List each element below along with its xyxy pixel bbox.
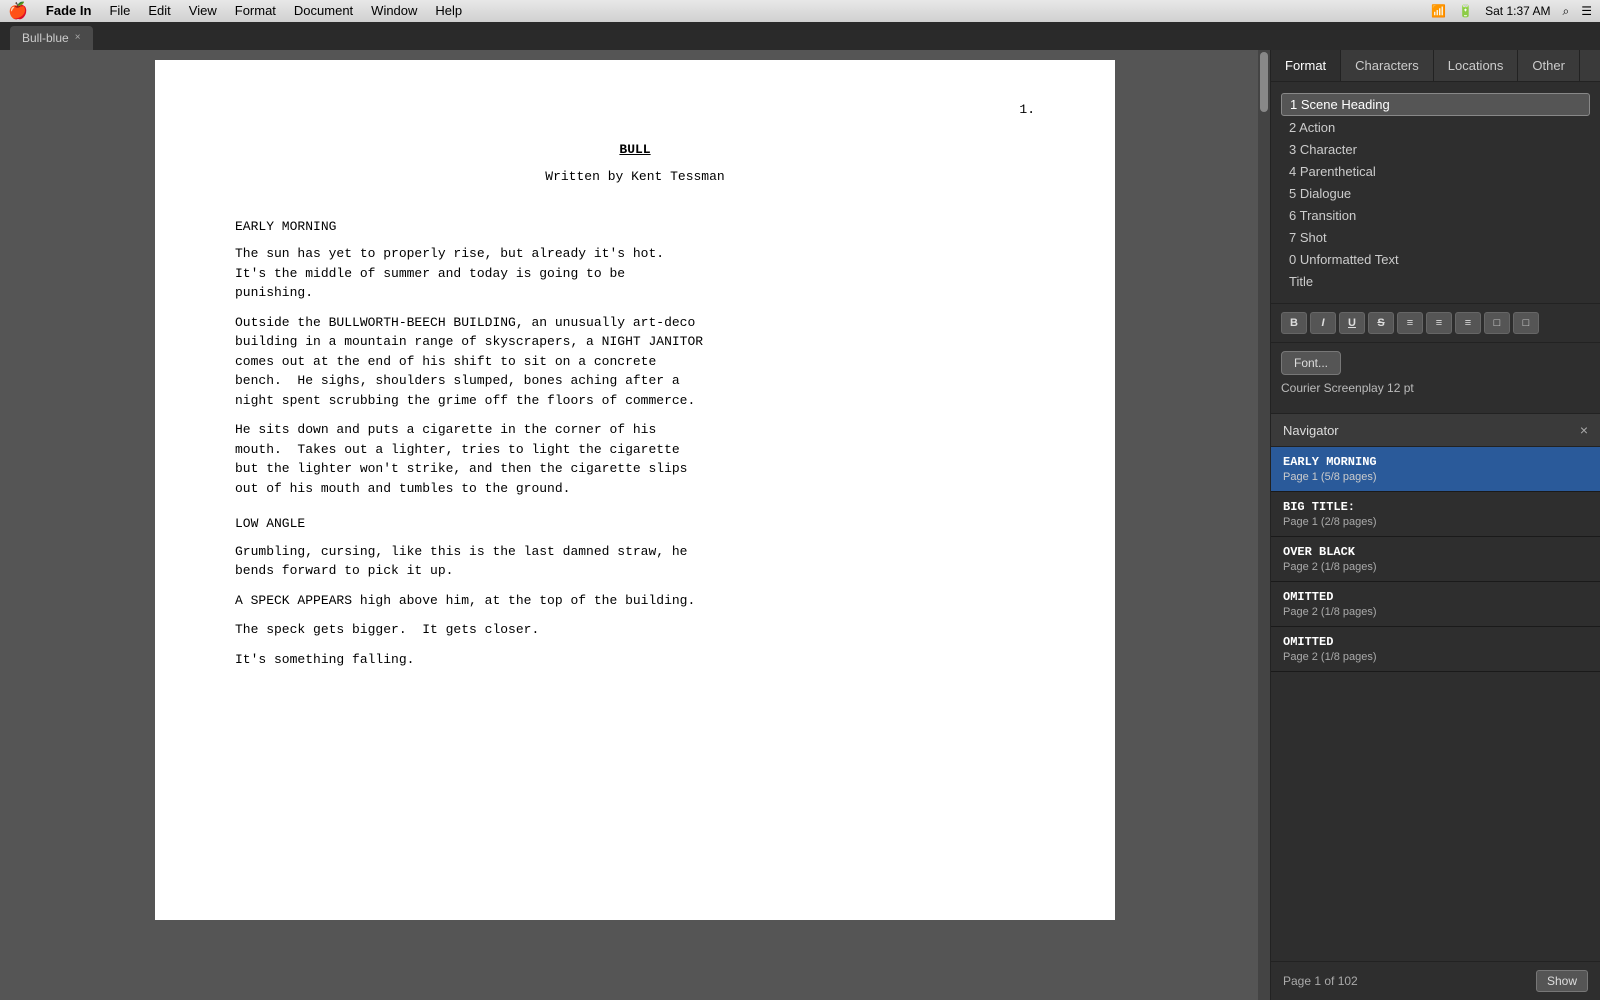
battery-icon: 🔋 bbox=[1458, 4, 1473, 18]
align-left-button[interactable]: ≡ bbox=[1397, 312, 1423, 334]
action-paragraph-3: He sits down and puts a cigarette in the… bbox=[235, 420, 1035, 498]
underline-button[interactable]: U bbox=[1339, 312, 1365, 334]
align-right-button[interactable]: ≡ bbox=[1455, 312, 1481, 334]
script-page[interactable]: 1. BULL Written by Kent Tessman EARLY MO… bbox=[155, 60, 1115, 920]
app-name[interactable]: Fade In bbox=[38, 0, 100, 22]
list-icon[interactable]: ☰ bbox=[1581, 4, 1592, 18]
tab-locations[interactable]: Locations bbox=[1434, 50, 1519, 81]
tab-close-button[interactable]: × bbox=[75, 26, 81, 50]
nav-item-sub: Page 1 (2/8 pages) bbox=[1283, 516, 1588, 528]
editor-scrollbar[interactable] bbox=[1258, 50, 1270, 1000]
navigator-header: Navigator × bbox=[1271, 414, 1600, 447]
action-paragraph-2: Outside the BULLWORTH-BEECH BUILDING, an… bbox=[235, 313, 1035, 411]
menu-help[interactable]: Help bbox=[427, 0, 470, 22]
nav-item-title: BIG TITLE: bbox=[1283, 500, 1588, 514]
nav-item-sub: Page 2 (1/8 pages) bbox=[1283, 606, 1588, 618]
format-item-shot[interactable]: 7 Shot bbox=[1281, 227, 1590, 248]
format-item-unformatted[interactable]: 0 Unformatted Text bbox=[1281, 249, 1590, 270]
action-paragraph-6: The speck gets bigger. It gets closer. bbox=[235, 620, 1035, 640]
scene-heading-early-morning: EARLY MORNING bbox=[235, 217, 1035, 237]
clock: Sat 1:37 AM bbox=[1485, 4, 1550, 18]
right-panel: Format Characters Locations Other 1 Scen… bbox=[1270, 50, 1600, 1000]
format-item-action[interactable]: 2 Action bbox=[1281, 117, 1590, 138]
scene-heading-low-angle: LOW ANGLE bbox=[235, 514, 1035, 534]
nav-item-title: OMITTED bbox=[1283, 635, 1588, 649]
format-item-character[interactable]: 3 Character bbox=[1281, 139, 1590, 160]
menubar-right: 📶 🔋 Sat 1:37 AM ⌕ ☰ bbox=[1431, 4, 1592, 19]
document-tab[interactable]: Bull-blue × bbox=[10, 26, 93, 50]
nav-item-title: OMITTED bbox=[1283, 590, 1588, 604]
action-paragraph-4: Grumbling, cursing, like this is the las… bbox=[235, 542, 1035, 581]
format-item-title[interactable]: Title bbox=[1281, 271, 1590, 292]
menu-view[interactable]: View bbox=[181, 0, 225, 22]
menubar: 🍎 Fade In File Edit View Format Document… bbox=[0, 0, 1600, 22]
page-info: Page 1 of 102 bbox=[1283, 974, 1358, 988]
tab-other[interactable]: Other bbox=[1518, 50, 1580, 81]
action-paragraph-1: The sun has yet to properly rise, but al… bbox=[235, 244, 1035, 303]
nav-item-title: EARLY MORNING bbox=[1283, 455, 1588, 469]
menu-window[interactable]: Window bbox=[363, 0, 425, 22]
action-paragraph-5: A SPECK APPEARS high above him, at the t… bbox=[235, 591, 1035, 611]
action-paragraph-7: It's something falling. bbox=[235, 650, 1035, 670]
apple-menu[interactable]: 🍎 bbox=[8, 1, 28, 21]
font-section: Font... Courier Screenplay 12 pt bbox=[1271, 342, 1600, 403]
align-center-button[interactable]: ≡ bbox=[1426, 312, 1452, 334]
nav-list[interactable]: EARLY MORNING Page 1 (5/8 pages) BIG TIT… bbox=[1271, 447, 1600, 961]
format-list: 1 Scene Heading 2 Action 3 Character 4 P… bbox=[1271, 82, 1600, 303]
bold-button[interactable]: B bbox=[1281, 312, 1307, 334]
tab-label: Bull-blue bbox=[22, 26, 69, 50]
nav-item-sub: Page 2 (1/8 pages) bbox=[1283, 651, 1588, 663]
tab-characters[interactable]: Characters bbox=[1341, 50, 1434, 81]
font-button[interactable]: Font... bbox=[1281, 351, 1341, 375]
indent-button[interactable]: □ bbox=[1484, 312, 1510, 334]
navigator-close-button[interactable]: × bbox=[1580, 422, 1588, 438]
panel-tabs: Format Characters Locations Other bbox=[1271, 50, 1600, 82]
show-button[interactable]: Show bbox=[1536, 970, 1588, 992]
editor-area[interactable]: 1. BULL Written by Kent Tessman EARLY MO… bbox=[0, 50, 1270, 1000]
scrollbar-thumb[interactable] bbox=[1260, 52, 1268, 112]
nav-item-omitted-1[interactable]: OMITTED Page 2 (1/8 pages) bbox=[1271, 582, 1600, 627]
tabbar: Bull-blue × bbox=[0, 22, 1600, 50]
page-number: 1. bbox=[235, 100, 1035, 120]
format-item-transition[interactable]: 6 Transition bbox=[1281, 205, 1590, 226]
navigator-panel: Navigator × EARLY MORNING Page 1 (5/8 pa… bbox=[1271, 414, 1600, 1000]
wifi-icon: 📶 bbox=[1431, 4, 1446, 18]
nav-item-over-black[interactable]: OVER BLACK Page 2 (1/8 pages) bbox=[1271, 537, 1600, 582]
script-byline: Written by Kent Tessman bbox=[235, 167, 1035, 187]
font-info: Courier Screenplay 12 pt bbox=[1281, 381, 1590, 395]
menu-edit[interactable]: Edit bbox=[140, 0, 178, 22]
nav-item-title: OVER BLACK bbox=[1283, 545, 1588, 559]
menu-document[interactable]: Document bbox=[286, 0, 361, 22]
menu-format[interactable]: Format bbox=[227, 0, 284, 22]
nav-item-sub: Page 2 (1/8 pages) bbox=[1283, 561, 1588, 573]
tab-format[interactable]: Format bbox=[1271, 50, 1341, 81]
nav-item-big-title[interactable]: BIG TITLE: Page 1 (2/8 pages) bbox=[1271, 492, 1600, 537]
format-item-dialogue[interactable]: 5 Dialogue bbox=[1281, 183, 1590, 204]
main-layout: 1. BULL Written by Kent Tessman EARLY MO… bbox=[0, 50, 1600, 1000]
strikethrough-button[interactable]: S bbox=[1368, 312, 1394, 334]
format-item-scene-heading[interactable]: 1 Scene Heading bbox=[1281, 93, 1590, 116]
script-title: BULL bbox=[235, 140, 1035, 160]
nav-item-omitted-2[interactable]: OMITTED Page 2 (1/8 pages) bbox=[1271, 627, 1600, 672]
navigator-title: Navigator bbox=[1283, 423, 1339, 438]
italic-button[interactable]: I bbox=[1310, 312, 1336, 334]
format-item-parenthetical[interactable]: 4 Parenthetical bbox=[1281, 161, 1590, 182]
nav-item-early-morning[interactable]: EARLY MORNING Page 1 (5/8 pages) bbox=[1271, 447, 1600, 492]
format-panel: Format Characters Locations Other 1 Scen… bbox=[1271, 50, 1600, 414]
outdent-button[interactable]: □ bbox=[1513, 312, 1539, 334]
menu-file[interactable]: File bbox=[101, 0, 138, 22]
nav-item-sub: Page 1 (5/8 pages) bbox=[1283, 471, 1588, 483]
format-toolbar: B I U S ≡ ≡ ≡ □ □ bbox=[1271, 303, 1600, 342]
search-icon[interactable]: ⌕ bbox=[1563, 4, 1570, 19]
nav-footer: Page 1 of 102 Show bbox=[1271, 961, 1600, 1000]
